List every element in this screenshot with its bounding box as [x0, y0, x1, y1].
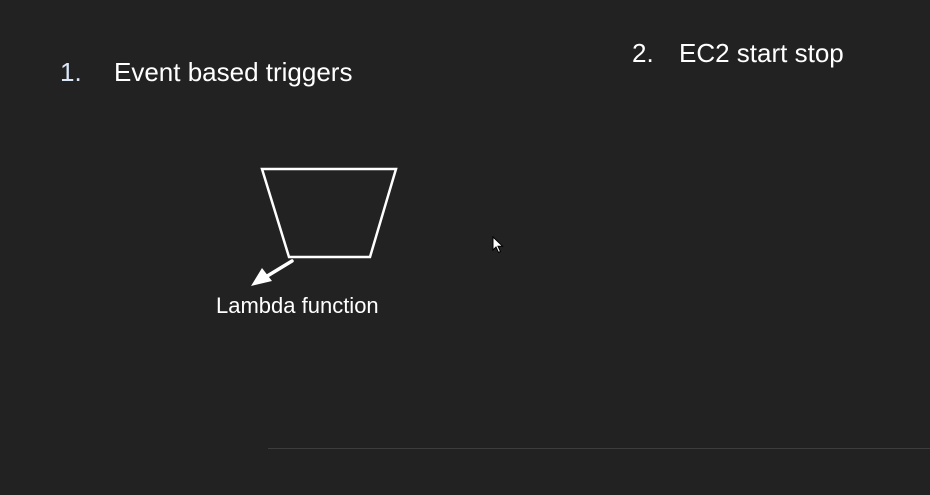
list-text: Event based triggers: [114, 57, 353, 87]
lambda-function-label: Lambda function: [216, 293, 379, 318]
list-number: 2.: [632, 38, 654, 68]
arrow-down-left-icon: [251, 259, 294, 286]
list-item-event-based-triggers: 1. Event based triggers: [60, 56, 352, 88]
list-number: 1.: [60, 57, 82, 87]
list-text: EC2 start stop: [679, 38, 844, 68]
mouse-cursor-icon: [492, 236, 504, 254]
lambda-trapezoid-shape: [260, 167, 398, 259]
presentation-slide: 1. Event based triggers 2. EC2 start sto…: [0, 0, 930, 495]
slide-bottom-divider: [268, 448, 930, 449]
list-item-ec2-start-stop: 2. EC2 start stop: [632, 37, 844, 69]
